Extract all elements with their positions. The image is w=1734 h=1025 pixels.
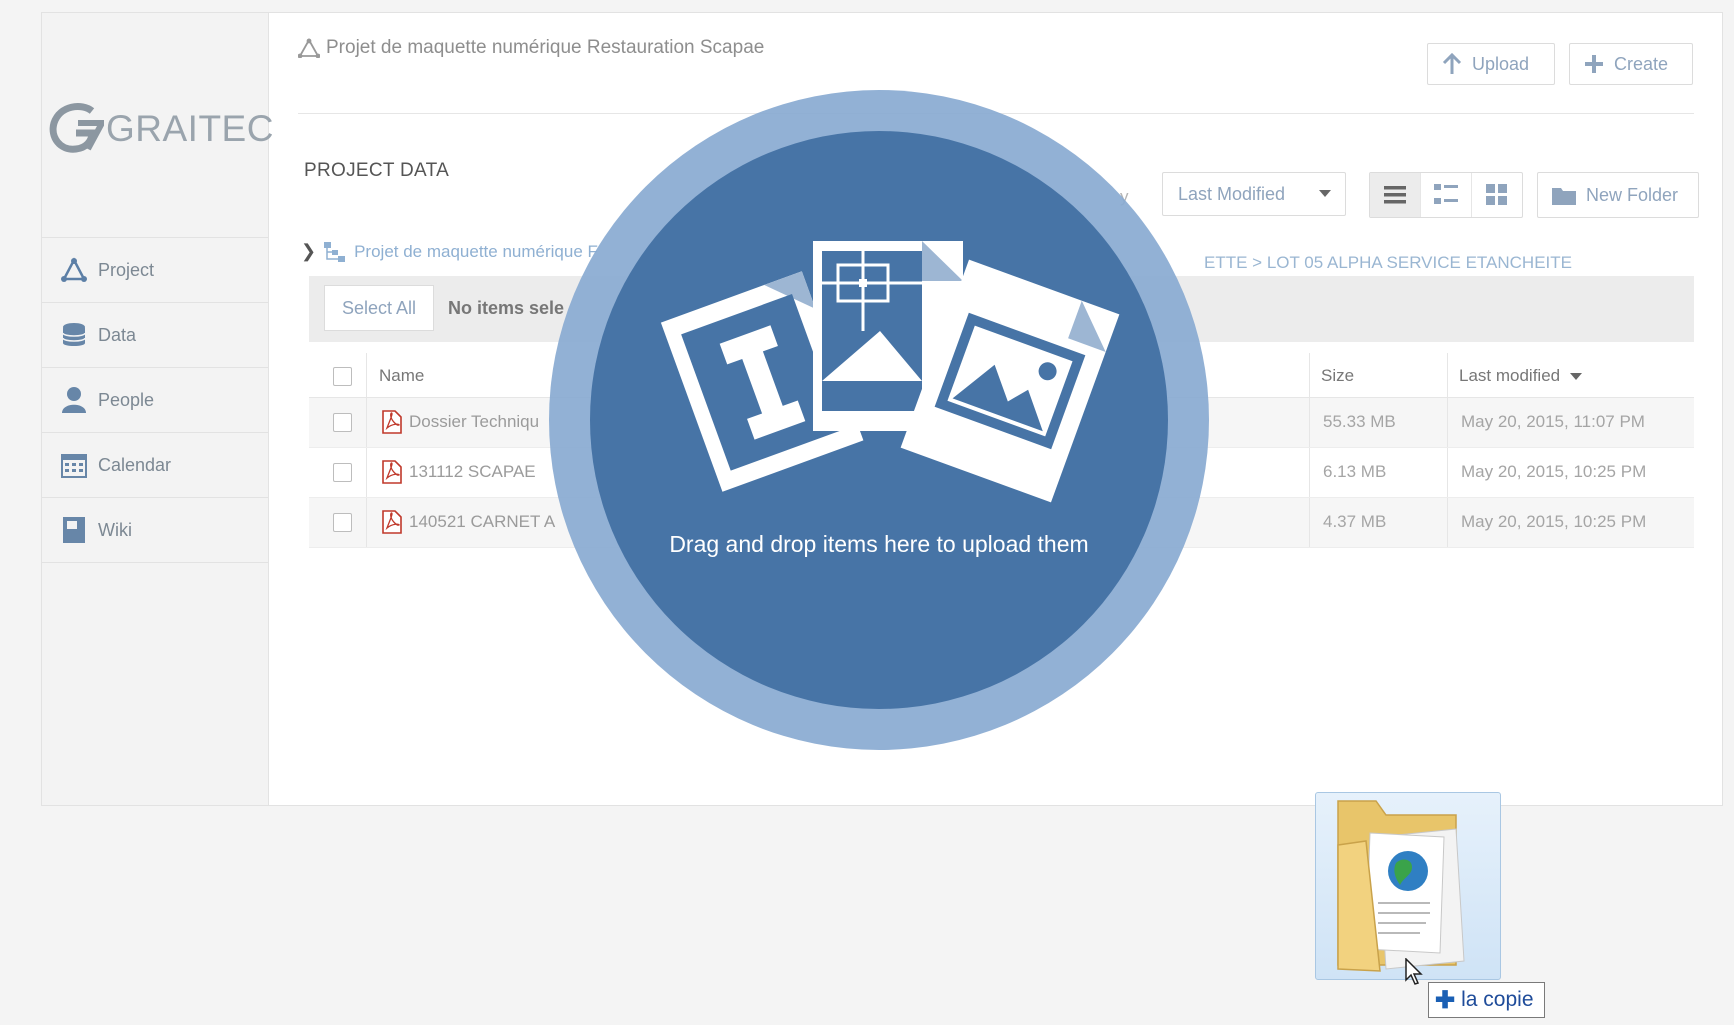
- breadcrumb: ❯ Projet de maquette numérique F: [301, 241, 598, 262]
- sort-desc-icon: [1570, 373, 1583, 381]
- view-toggle-group: [1369, 172, 1523, 218]
- column-divider: [1309, 353, 1310, 397]
- breadcrumb-link-project[interactable]: Projet de maquette numérique F: [354, 242, 598, 262]
- column-divider: [366, 398, 367, 447]
- file-size: 55.33 MB: [1323, 412, 1396, 431]
- new-folder-label: New Folder: [1586, 184, 1679, 205]
- grid-view-icon: [1486, 184, 1507, 205]
- column-divider: [366, 353, 367, 397]
- folder-tree-icon: [324, 241, 346, 262]
- file-name: 140521 CARNET A: [409, 512, 556, 531]
- file-modified: May 20, 2015, 10:25 PM: [1461, 512, 1647, 531]
- graitec-logo-mark-icon: [49, 103, 104, 153]
- plus-icon: ✚: [1435, 986, 1456, 1014]
- person-icon: [60, 386, 88, 414]
- sidebar-item-label: Project: [98, 259, 155, 280]
- file-size: 6.13 MB: [1323, 462, 1387, 481]
- column-divider: [1447, 498, 1448, 547]
- column-divider: [366, 498, 367, 547]
- sidebar-item-label: Data: [98, 324, 137, 345]
- file-modified: May 20, 2015, 11:07 PM: [1461, 412, 1645, 431]
- folder-icon: [1552, 188, 1576, 205]
- select-all-button[interactable]: Select All: [324, 285, 434, 331]
- create-button[interactable]: Create: [1569, 43, 1693, 85]
- column-divider: [1447, 398, 1448, 447]
- project-title: Projet de maquette numérique Restauratio…: [298, 37, 764, 59]
- arrow-up-icon: [1442, 53, 1462, 74]
- new-folder-button[interactable]: New Folder: [1537, 172, 1699, 218]
- sidebar-item-people[interactable]: People: [42, 367, 268, 432]
- column-divider: [366, 448, 367, 497]
- drag-copy-label: la copie: [1461, 988, 1534, 1011]
- column-divider: [1447, 353, 1448, 397]
- column-divider: [1309, 498, 1310, 547]
- sort-dropdown[interactable]: Last Modified: [1162, 172, 1346, 216]
- sidebar-item-project[interactable]: Project: [42, 237, 268, 302]
- logo-text: GRAITEC: [106, 108, 274, 149]
- row-checkbox[interactable]: [333, 413, 352, 432]
- upload-button[interactable]: Upload: [1427, 43, 1555, 85]
- sidebar-item-calendar[interactable]: Calendar: [42, 432, 268, 497]
- pdf-file-icon: [382, 410, 402, 434]
- chevron-down-icon: [1319, 190, 1331, 197]
- column-header-size[interactable]: Size: [1321, 366, 1354, 386]
- sidebar-item-label: People: [98, 389, 155, 410]
- column-divider: [1447, 448, 1448, 497]
- document-types-illustration-icon: [660, 241, 1120, 503]
- list-view-icon: [1384, 186, 1406, 204]
- create-label: Create: [1614, 53, 1669, 74]
- selection-status: No items sele: [448, 298, 565, 318]
- wiki-icon: [60, 516, 88, 544]
- drop-zone-message: Drag and drop items here to upload them: [669, 531, 1089, 557]
- sidebar-item-label: Calendar: [98, 454, 172, 475]
- mouse-pointer-icon: [1405, 958, 1423, 985]
- breadcrumb-current[interactable]: ETTE > LOT 05 ALPHA SERVICE ETANCHEITE: [1204, 253, 1572, 273]
- list-view-button[interactable]: [1370, 173, 1421, 217]
- detail-view-icon: [1434, 184, 1458, 204]
- drag-copy-tooltip: ✚ la copie: [1428, 982, 1545, 1018]
- sidebar-item-data[interactable]: Data: [42, 302, 268, 367]
- section-title: PROJECT DATA: [304, 160, 450, 181]
- sidebar-item-label: Wiki: [98, 519, 132, 540]
- graitec-logo: GRAITEC: [48, 99, 274, 159]
- column-header-name[interactable]: Name: [379, 366, 424, 386]
- select-all-checkbox[interactable]: [333, 367, 352, 386]
- row-checkbox[interactable]: [333, 513, 352, 532]
- row-checkbox[interactable]: [333, 463, 352, 482]
- grid-view-button[interactable]: [1472, 173, 1522, 217]
- sidebar-nav: Project Data People Calendar Wiki: [42, 237, 268, 563]
- drop-zone[interactable]: Drag and drop items here to upload them: [590, 131, 1168, 709]
- sort-dropdown-value: Last Modified: [1178, 183, 1286, 204]
- column-header-modified-label: Last modified: [1459, 366, 1561, 385]
- folder-with-web-document-icon: [1337, 800, 1465, 972]
- column-divider: [1309, 398, 1310, 447]
- file-size: 4.37 MB: [1323, 512, 1387, 531]
- sidebar-item-wiki[interactable]: Wiki: [42, 497, 268, 563]
- file-name: Dossier Techniqu: [409, 412, 540, 431]
- column-header-modified[interactable]: Last modified: [1459, 366, 1583, 386]
- file-name-cell: 131112 SCAPAE: [381, 460, 536, 484]
- chevron-right-icon[interactable]: ❯: [301, 241, 316, 262]
- file-name: 131112 SCAPAE: [409, 462, 536, 481]
- plus-icon: [1585, 55, 1603, 73]
- file-name-cell: 140521 CARNET A: [381, 510, 555, 534]
- calendar-icon: [60, 451, 88, 479]
- column-divider: [1309, 448, 1310, 497]
- file-name-cell: Dossier Techniqu: [381, 410, 539, 434]
- pdf-file-icon: [382, 460, 402, 484]
- drag-preview: [1315, 792, 1501, 980]
- project-title-text: Projet de maquette numérique Restauratio…: [326, 37, 765, 58]
- detail-view-button[interactable]: [1421, 173, 1472, 217]
- database-icon: [60, 321, 88, 349]
- project-icon: [298, 38, 320, 58]
- sidebar: GRAITEC Project Data People Calendar Wik…: [42, 13, 273, 805]
- file-modified: May 20, 2015, 10:25 PM: [1461, 462, 1647, 481]
- upload-label: Upload: [1472, 53, 1530, 74]
- project-icon: [60, 256, 88, 284]
- pdf-file-icon: [382, 510, 402, 534]
